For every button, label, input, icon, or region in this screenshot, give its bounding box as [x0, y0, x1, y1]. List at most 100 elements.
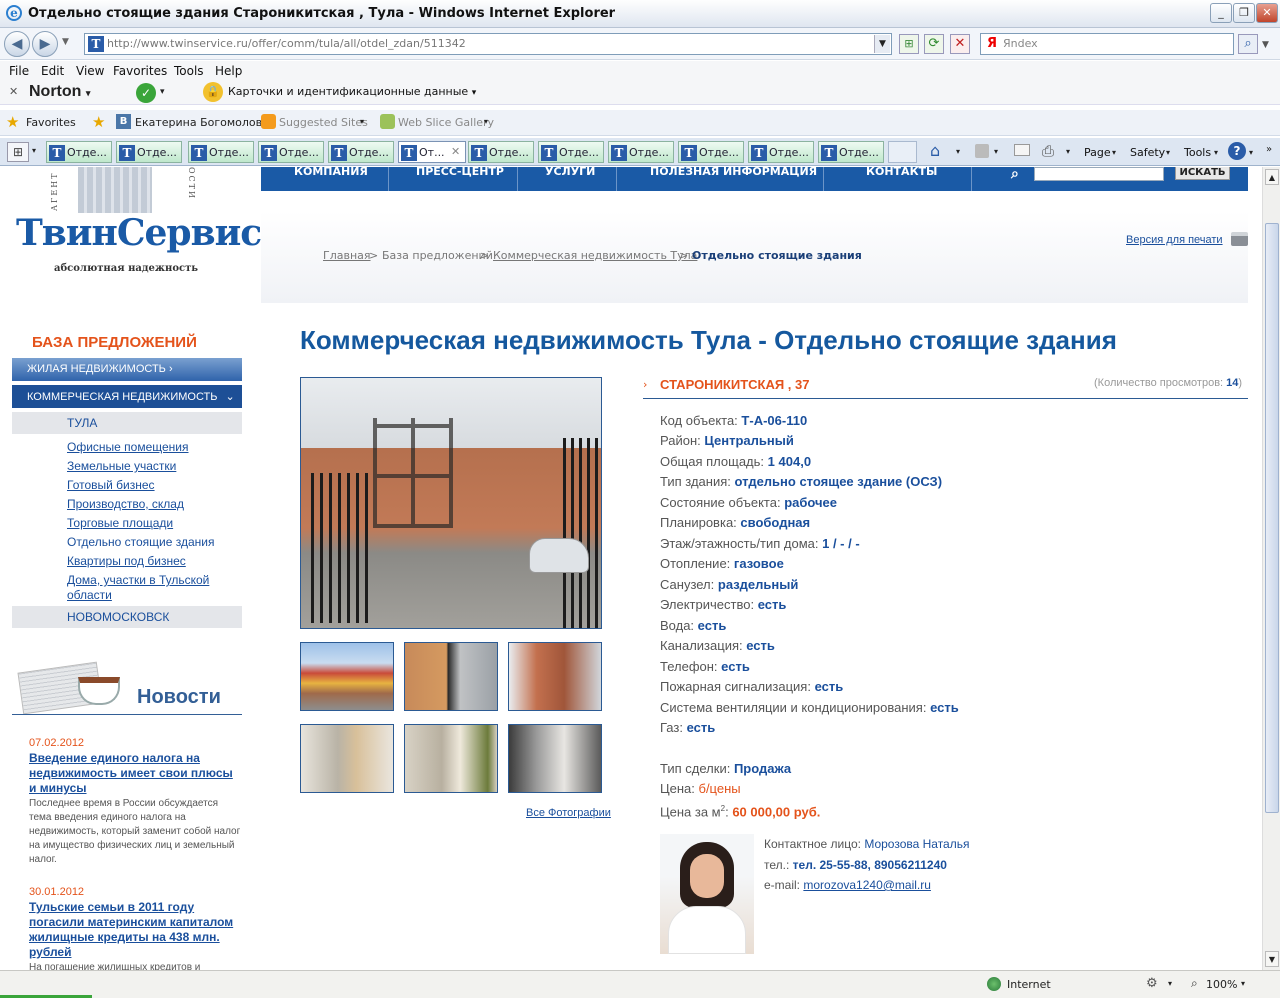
menu-tools[interactable]: Tools [174, 64, 204, 78]
close-button[interactable]: ✕ [1256, 3, 1278, 23]
page-dropdown-icon[interactable]: ▾ [1112, 148, 1116, 157]
tab[interactable]: T Отде... [468, 141, 534, 163]
tools-dropdown-icon[interactable]: ▾ [1214, 148, 1218, 157]
sidebar-commercial[interactable]: КОММЕРЧЕСКАЯ НЕДВИЖИМОСТЬ ⌄ [12, 385, 242, 408]
all-photos-link[interactable]: Все Фотографии [526, 807, 611, 819]
security-zone[interactable]: Internet [1007, 978, 1051, 991]
norton-check-dropdown-icon[interactable]: ▾ [160, 87, 165, 97]
tab-active[interactable]: T От... ✕ [398, 141, 466, 163]
tab[interactable]: T Отде... [678, 141, 744, 163]
photo-thumbnail[interactable] [508, 642, 602, 711]
url-field[interactable]: T http://www.twinservice.ru/offer/comm/t… [84, 33, 892, 55]
norton-button[interactable]: Norton ▾ [29, 83, 90, 101]
close-tab-icon[interactable]: ✕ [451, 145, 460, 158]
printer-icon[interactable] [1231, 232, 1248, 246]
mail-icon[interactable] [1014, 144, 1030, 156]
vertical-scrollbar[interactable]: ▲ ▼ [1262, 167, 1280, 970]
sidebar-sub-retail[interactable]: Торговые площади [67, 516, 173, 531]
sidebar-sub-houses[interactable]: Дома, участки в Тульской области [67, 573, 227, 603]
email-link[interactable]: morozova1240@mail.ru [803, 878, 931, 892]
breadcrumb-commercial[interactable]: Коммерческая недвижимость Тула [493, 249, 697, 262]
favorite-link-1[interactable]: Екатерина Богомолова [135, 116, 269, 129]
menu-view[interactable]: View [76, 64, 104, 78]
protected-mode-icon[interactable]: ⚙ [1146, 976, 1158, 991]
sidebar-city-novomoskovsk[interactable]: НОВОМОСКОВСК [12, 606, 242, 628]
search-options-icon[interactable]: ▼ [1262, 40, 1269, 50]
scroll-thumb[interactable] [1265, 223, 1279, 813]
refresh-icon[interactable]: ⟳ [924, 34, 944, 54]
photo-thumbnail[interactable] [300, 642, 394, 711]
stop-icon[interactable]: ✕ [950, 34, 970, 54]
page-menu[interactable]: Page [1084, 146, 1111, 159]
main-photo[interactable] [300, 377, 602, 629]
favorite-link-3[interactable]: Web Slice Gallery [398, 116, 494, 129]
help-dropdown-icon[interactable]: ▾ [1249, 148, 1253, 157]
news-title-link[interactable]: Введение единого налога на недвижимость … [29, 751, 241, 796]
safety-dropdown-icon[interactable]: ▾ [1166, 148, 1170, 157]
tab[interactable]: T Отде... [46, 141, 112, 163]
menu-favorites[interactable]: Favorites [113, 64, 167, 78]
tab[interactable]: T Отде... [116, 141, 182, 163]
maximize-button[interactable]: ❐ [1233, 3, 1255, 23]
nav-useful-info[interactable]: ПОЛЕЗНАЯ ИНФОРМАЦИЯ [650, 167, 817, 178]
sidebar-city-tula[interactable]: ТУЛА [12, 412, 242, 434]
sidebar-residential[interactable]: ЖИЛАЯ НЕДВИЖИМОСТЬ › [12, 358, 242, 381]
sidebar-sub-land[interactable]: Земельные участки [67, 459, 176, 474]
nav-company[interactable]: КОМПАНИЯ [294, 167, 368, 178]
menu-edit[interactable]: Edit [41, 64, 64, 78]
close-toolbar-icon[interactable]: ✕ [9, 85, 18, 98]
compatibility-icon[interactable]: ⊞ [899, 34, 919, 54]
print-icon[interactable]: ⎙ [1042, 142, 1054, 160]
zoom-icon[interactable]: ⌕ [1191, 976, 1198, 991]
favorites-button[interactable]: Favorites [26, 116, 76, 129]
breadcrumb-base[interactable]: База предложений [382, 249, 493, 262]
zoom-dropdown-icon[interactable]: ▾ [1241, 979, 1245, 988]
history-dropdown-icon[interactable]: ▼ [62, 37, 69, 47]
site-search-input[interactable] [1034, 167, 1164, 181]
tab-list-dropdown-icon[interactable]: ▾ [32, 146, 36, 155]
scroll-up-icon[interactable]: ▲ [1265, 169, 1279, 185]
back-button[interactable]: ◀ [4, 31, 30, 57]
sidebar-sub-business[interactable]: Готовый бизнес [67, 478, 155, 493]
print-dropdown-icon[interactable]: ▾ [1066, 147, 1070, 156]
photo-thumbnail[interactable] [404, 724, 498, 793]
tab[interactable]: T Отде... [608, 141, 674, 163]
web-slice-dropdown-icon[interactable]: ▾ [484, 117, 488, 126]
new-tab-button[interactable] [888, 141, 917, 163]
protected-mode-dropdown-icon[interactable]: ▾ [1168, 979, 1172, 988]
tab[interactable]: T Отде... [818, 141, 884, 163]
favorite-link-2[interactable]: Suggested Sites [279, 116, 368, 129]
search-go-icon[interactable]: ⌕ [1238, 34, 1258, 54]
menu-help[interactable]: Help [215, 64, 242, 78]
breadcrumb-home[interactable]: Главная [323, 249, 371, 262]
photo-thumbnail[interactable] [300, 724, 394, 793]
sidebar-sub-offices[interactable]: Офисные помещения [67, 440, 189, 455]
tab[interactable]: T Отде... [538, 141, 604, 163]
menu-file[interactable]: File [9, 64, 29, 78]
zoom-level[interactable]: 100% [1206, 978, 1237, 991]
identity-cards-button[interactable]: Карточки и идентификационные данные ▾ [228, 85, 476, 98]
photo-thumbnail[interactable] [508, 724, 602, 793]
toolbar-overflow-icon[interactable]: » [1266, 144, 1272, 155]
search-field[interactable]: Я Яndex [980, 33, 1234, 55]
forward-button[interactable]: ▶ [32, 31, 58, 57]
home-icon[interactable]: ⌂ [930, 141, 940, 160]
feeds-icon[interactable] [975, 144, 989, 158]
nav-services[interactable]: УСЛУГИ [545, 167, 595, 178]
tab[interactable]: T Отде... [328, 141, 394, 163]
nav-press[interactable]: ПРЕСС-ЦЕНТР [416, 167, 504, 178]
safety-menu[interactable]: Safety [1130, 146, 1165, 159]
nav-contacts[interactable]: КОНТАКТЫ [866, 167, 937, 178]
tab[interactable]: T Отде... [748, 141, 814, 163]
sidebar-sub-production[interactable]: Производство, склад [67, 497, 184, 512]
suggested-dropdown-icon[interactable]: ▾ [360, 117, 364, 126]
print-version-link[interactable]: Версия для печати [1126, 234, 1223, 246]
sidebar-sub-buildings[interactable]: Отдельно стоящие здания [67, 535, 214, 550]
minimize-button[interactable]: _ [1210, 3, 1232, 23]
news-title-link[interactable]: Тульские семьи в 2011 году погасили мате… [29, 900, 241, 960]
help-icon[interactable]: ? [1228, 142, 1246, 160]
home-dropdown-icon[interactable]: ▾ [956, 147, 960, 156]
tab[interactable]: T Отде... [188, 141, 254, 163]
site-search-button[interactable]: ИСКАТЬ [1175, 167, 1230, 180]
feeds-dropdown-icon[interactable]: ▾ [994, 147, 998, 156]
